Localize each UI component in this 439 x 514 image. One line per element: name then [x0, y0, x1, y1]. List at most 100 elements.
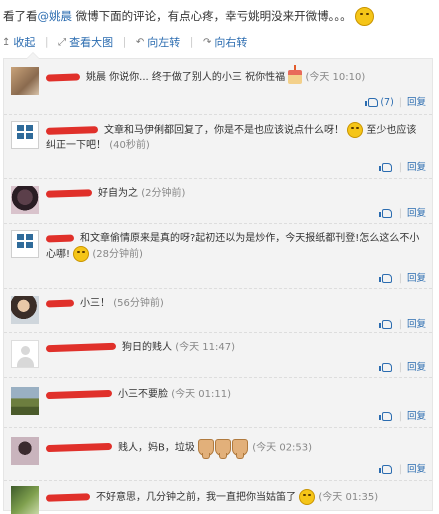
reply-link[interactable]: 回复	[407, 464, 426, 475]
default-avatar-head	[21, 346, 30, 355]
like-button[interactable]	[378, 273, 394, 284]
avatar[interactable]	[11, 186, 39, 214]
thumbs-up-icon	[378, 412, 392, 421]
rotate-left-button[interactable]: ↶ 向左转	[136, 34, 180, 50]
comment-time: (2分钟前)	[141, 188, 186, 199]
panel-pointer	[26, 52, 40, 59]
comment-time: (40秒前)	[109, 140, 150, 151]
reply-link[interactable]: 回复	[407, 411, 426, 422]
comment-actions: | 回复	[378, 270, 426, 284]
reply-link[interactable]: 回复	[407, 319, 426, 330]
action-divider: |	[398, 411, 402, 422]
comment-body: u 小三不要脸 (今天 01:11)	[45, 387, 426, 402]
action-divider: |	[398, 208, 402, 219]
thumbs-up-icon	[378, 363, 392, 372]
comment-text: 姚晨 你说你... 终于做了别人的小三 祝你性福	[86, 72, 286, 83]
comment-actions: | 回复	[378, 159, 426, 173]
smile-emoji-icon	[354, 7, 374, 26]
avatar[interactable]	[11, 387, 39, 415]
comment-text: 小三！	[80, 298, 110, 309]
thumbs-up-icon	[365, 98, 379, 107]
avatar[interactable]	[11, 296, 39, 324]
comment-text: 好自为之	[98, 188, 138, 199]
comment-time: (今天 01:11)	[171, 389, 231, 400]
view-large-button[interactable]: ⤢ 查看大图	[58, 34, 113, 50]
avatar[interactable]	[11, 67, 39, 95]
comment-time: (28分钟前)	[92, 249, 143, 260]
laugh-emoji-icon	[299, 489, 316, 505]
action-divider: |	[398, 97, 402, 108]
reply-link[interactable]: 回复	[407, 162, 426, 173]
reply-link[interactable]: 回复	[407, 273, 426, 284]
avatar[interactable]	[11, 340, 39, 368]
comment-text: 狗日的贱人	[122, 342, 172, 353]
username-redacted[interactable]: u	[45, 72, 81, 82]
comment-item: u 不好意思，几分钟之前，我一直把你当姑笛了 (今天 01:35)	[4, 480, 432, 514]
like-button[interactable]	[378, 411, 394, 422]
username-redacted[interactable]: u	[45, 492, 91, 502]
avatar[interactable]	[11, 486, 39, 514]
cake-emoji-icon	[288, 65, 303, 84]
comment-body: u 姚晨 你说你... 终于做了别人的小三 祝你性福 (今天 10:10)	[45, 65, 426, 85]
username-redacted[interactable]: u	[45, 389, 113, 399]
comment-actions: | 回复	[378, 359, 426, 373]
like-button[interactable]	[378, 162, 394, 173]
username-redacted[interactable]: u	[45, 125, 99, 135]
like-button[interactable]: (7)	[365, 97, 394, 108]
thumbs-down-emoji-icon	[215, 439, 232, 459]
rotate-right-button[interactable]: ↷ 向右转	[203, 34, 247, 50]
comment-item: u 好自为之 (2分钟前) | 回复	[4, 178, 432, 224]
username-redacted[interactable]: u	[45, 234, 75, 242]
comment-text: 贱人，妈B，垃圾	[118, 442, 195, 454]
thumbs-up-icon	[378, 465, 392, 474]
mention-link[interactable]: @姚晨	[38, 9, 73, 23]
comment-actions: (7) | 回复	[365, 94, 426, 108]
reply-link[interactable]: 回复	[407, 208, 426, 219]
toolbar-divider: |	[189, 34, 194, 48]
toolbar-divider: |	[122, 34, 127, 48]
thumbs-up-icon	[378, 320, 392, 329]
comment-text: 小三不要脸	[118, 389, 168, 400]
username-redacted[interactable]: u	[45, 188, 93, 198]
reply-link[interactable]: 回复	[407, 97, 426, 108]
like-button[interactable]	[378, 319, 394, 330]
comment-body: u 好自为之 (2分钟前)	[45, 186, 426, 201]
username-redacted[interactable]: u	[45, 299, 75, 307]
collapse-arrow-icon: ↥	[2, 36, 11, 48]
comment-actions: | 回复	[378, 408, 426, 422]
view-large-label: 查看大图	[69, 36, 114, 49]
like-button[interactable]	[378, 208, 394, 219]
comment-text: 文章和马伊俐都回复了，你是不是也应该说点什么呀！	[104, 125, 344, 136]
like-button[interactable]	[378, 362, 394, 373]
post-text-body: 微博下面的评论，有点心疼，幸亏姚明没来开微博。。。	[72, 9, 352, 23]
username-redacted[interactable]: u	[45, 442, 113, 453]
comment-time: (56分钟前)	[113, 298, 164, 309]
comment-body: u文章和马伊俐都回复了，你是不是也应该说点什么呀！ 至少也应该纠正一下吧！ (4…	[45, 122, 426, 153]
expand-icon: ⤢	[58, 36, 67, 48]
grin-emoji-icon	[347, 122, 364, 138]
thumbs-down-emoji-icon	[198, 439, 215, 459]
avatar[interactable]	[11, 230, 39, 258]
reply-link[interactable]: 回复	[407, 362, 426, 373]
thumbs-up-icon	[378, 274, 392, 283]
comment-time: (今天 01:35)	[318, 492, 379, 503]
action-divider: |	[398, 464, 402, 475]
comment-item: u 贱人，妈B，垃圾 (今天 02:53) | 回复	[4, 427, 432, 481]
username-redacted[interactable]: u	[45, 342, 117, 352]
avatar[interactable]	[11, 121, 39, 149]
comment-time: (今天 10:10)	[305, 72, 366, 83]
rotate-right-icon: ↷	[202, 36, 212, 48]
avatar[interactable]	[11, 437, 39, 465]
comment-item: u和文章偷情原来是真的呀?起初还以为是炒作，今天报纸都刊登!怎么这么不小心哪! …	[4, 223, 432, 289]
like-button[interactable]	[378, 464, 394, 475]
collapse-button[interactable]: ↥ 收起	[2, 34, 35, 50]
thumbs-down-emoji-icon	[232, 439, 249, 459]
rotate-left-label: 向左转	[147, 36, 181, 49]
comment-item: u文章和马伊俐都回复了，你是不是也应该说点什么呀！ 至少也应该纠正一下吧！ (4…	[4, 114, 432, 179]
comment-panel: u 姚晨 你说你... 终于做了别人的小三 祝你性福 (今天 10:10) (7)…	[3, 52, 433, 514]
action-divider: |	[398, 162, 402, 173]
comment-text: 不好意思，几分钟之前，我一直把你当姑笛了	[96, 492, 296, 503]
shy-emoji-icon	[73, 246, 90, 262]
collapse-label: 收起	[13, 36, 36, 49]
image-toolbar: ↥ 收起 | ⤢ 查看大图 | ↶ 向左转 | ↷ 向右转	[2, 34, 253, 50]
